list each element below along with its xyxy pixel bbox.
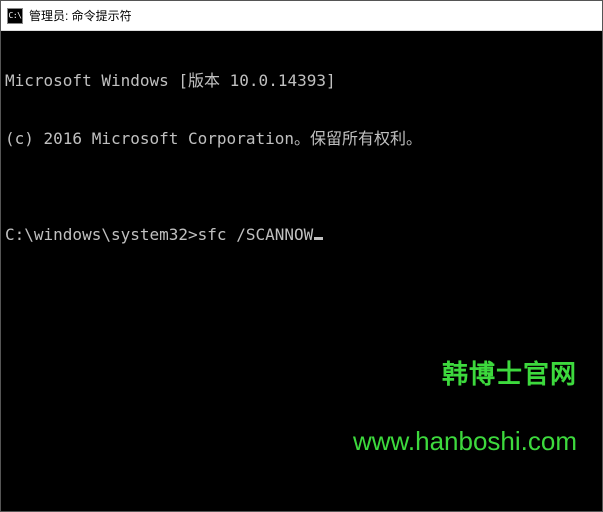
terminal-area[interactable]: Microsoft Windows [版本 10.0.14393] (c) 20… — [1, 31, 602, 511]
cmd-icon: C:\ — [7, 8, 23, 24]
terminal-command[interactable]: sfc /SCANNOW — [198, 225, 314, 244]
watermark: 韩博士官网 www.hanboshi.com — [353, 321, 577, 497]
terminal-prompt: C:\windows\system32> — [5, 225, 198, 244]
watermark-url: www.hanboshi.com — [353, 426, 577, 457]
watermark-text: 韩博士官网 — [353, 359, 577, 390]
title-bar[interactable]: C:\ 管理员: 命令提示符 — [1, 1, 602, 31]
command-prompt-window: C:\ 管理员: 命令提示符 Microsoft Windows [版本 10.… — [0, 0, 603, 512]
window-title: 管理员: 命令提示符 — [29, 7, 132, 24]
terminal-version-line: Microsoft Windows [版本 10.0.14393] — [5, 71, 598, 90]
terminal-cursor — [314, 237, 323, 240]
terminal-copyright-line: (c) 2016 Microsoft Corporation。保留所有权利。 — [5, 129, 598, 148]
terminal-prompt-line: C:\windows\system32>sfc /SCANNOW — [5, 225, 598, 244]
